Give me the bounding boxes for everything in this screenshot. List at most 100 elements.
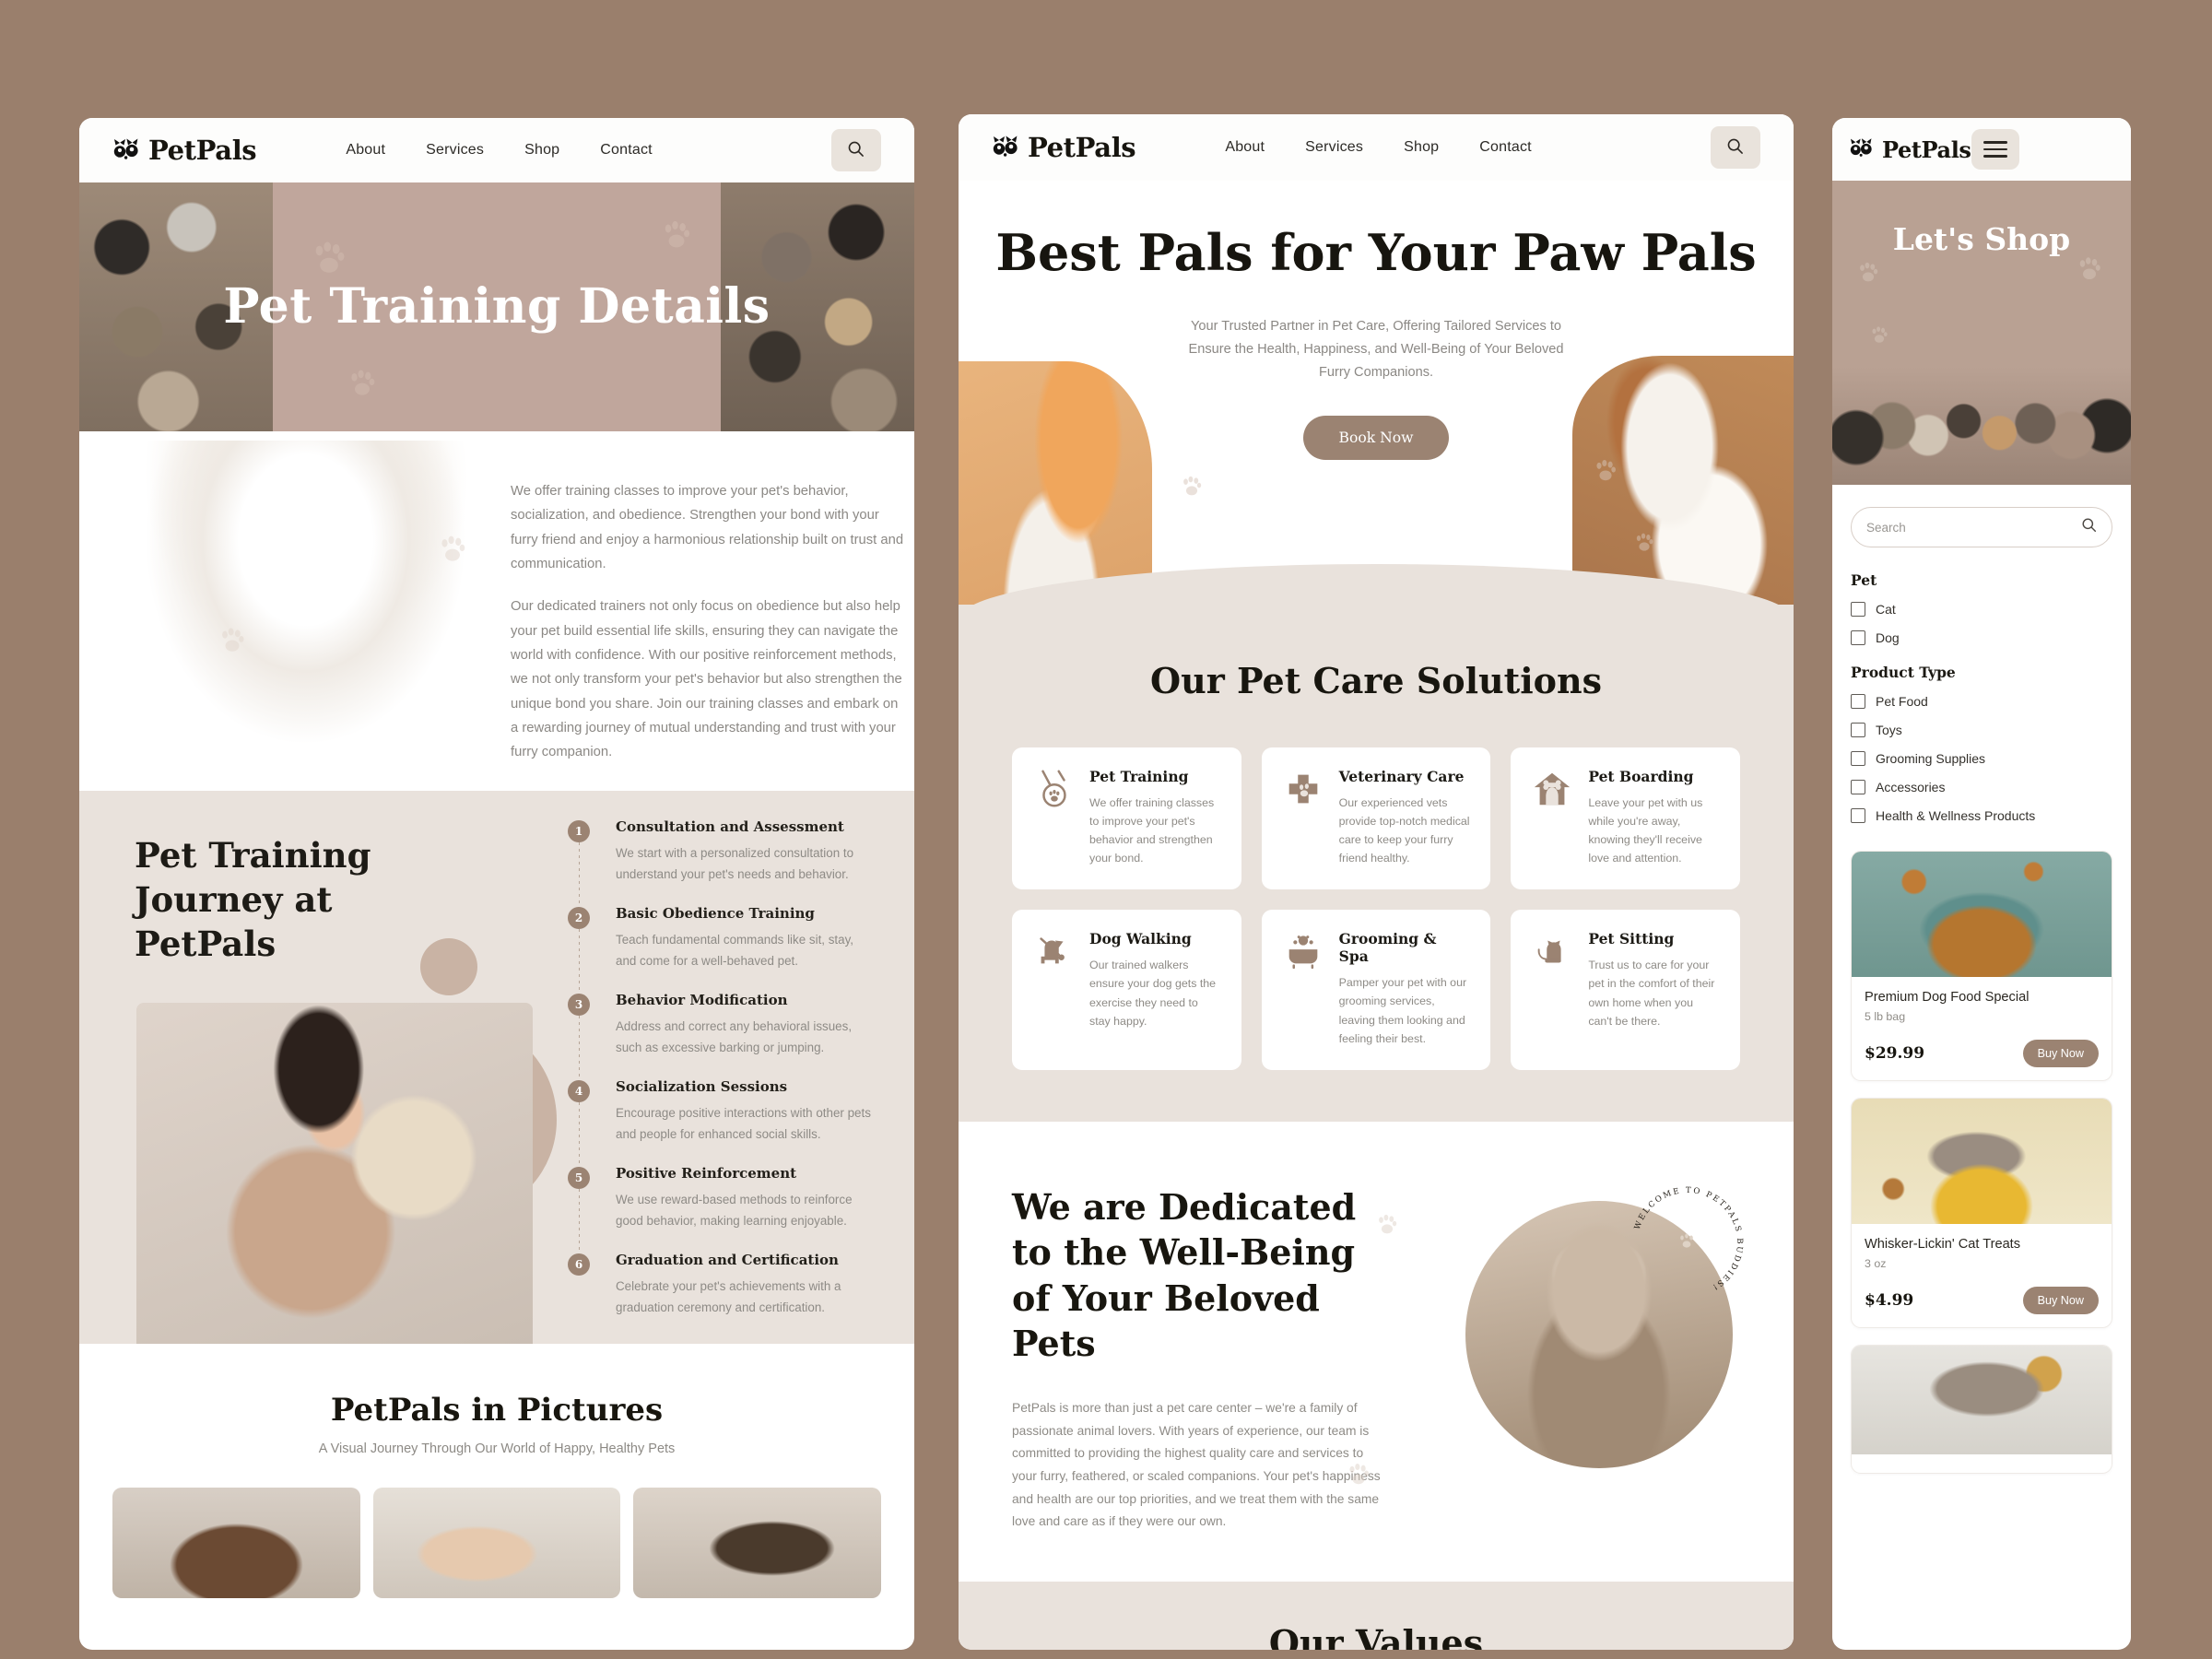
- search-bar[interactable]: [1851, 507, 2112, 547]
- journey-step: 4 Socialization Sessions Encourage posit…: [568, 1078, 872, 1168]
- facet-label: Grooming Supplies: [1876, 751, 1986, 766]
- step-number: 1: [568, 820, 590, 842]
- search-button[interactable]: [830, 129, 881, 171]
- desktop-page-pet-training: PetPals About Services Shop Contact Pet …: [79, 118, 914, 1650]
- step-title: Positive Reinforcement: [616, 1165, 797, 1182]
- step-number: 5: [568, 1167, 590, 1190]
- hamburger-menu-icon[interactable]: [1971, 129, 2019, 170]
- intro-section: We offer training classes to improve you…: [79, 431, 914, 791]
- search-icon: [1726, 137, 1744, 158]
- paw-print-icon: [1375, 1212, 1399, 1236]
- facet-option-accessories[interactable]: Accessories: [1851, 780, 2112, 794]
- checkbox-icon[interactable]: [1851, 630, 1865, 645]
- checkbox-icon[interactable]: [1851, 780, 1865, 794]
- facet-group-pet: Pet Cat Dog: [1851, 571, 2112, 645]
- brand-logo[interactable]: PetPals: [112, 135, 257, 166]
- solutions-section: Our Pet Care Solutions Pet Training We o…: [959, 564, 1794, 1122]
- nav-item-services[interactable]: Services: [426, 142, 484, 159]
- about-title: We are Dedicated to the Well-Being of Yo…: [1012, 1185, 1357, 1364]
- solutions-title: Our Pet Care Solutions: [1150, 660, 1602, 701]
- step-number: 2: [568, 907, 590, 930]
- paw-print-icon: [1593, 457, 1618, 483]
- gallery-photo[interactable]: [112, 1488, 360, 1598]
- gallery-strip: [79, 1456, 914, 1598]
- facet-option-dog[interactable]: Dog: [1851, 630, 2112, 645]
- search-icon[interactable]: [2081, 517, 2097, 537]
- rabbit-photo: [124, 441, 474, 772]
- mobile-hero: Let's Shop: [1832, 181, 2131, 485]
- product-card[interactable]: Premium Dog Food Special 5 lb bag $29.99…: [1851, 851, 2112, 1081]
- brand-logo[interactable]: PetPals: [1849, 136, 1971, 163]
- product-card[interactable]: [1851, 1345, 2112, 1474]
- intro-copy: We offer training classes to improve you…: [511, 479, 909, 783]
- checkbox-icon[interactable]: [1851, 751, 1865, 766]
- search-input[interactable]: [1866, 520, 2081, 535]
- paw-print-icon: [1856, 260, 1880, 284]
- nav-item-contact[interactable]: Contact: [1479, 139, 1532, 156]
- medal-paw-icon: [1032, 768, 1075, 867]
- facet-group-title: Pet: [1851, 571, 1877, 589]
- facet-option-pet-food[interactable]: Pet Food: [1851, 694, 2112, 709]
- product-card[interactable]: Whisker-Lickin' Cat Treats 3 oz $4.99 Bu…: [1851, 1098, 2112, 1328]
- checkbox-icon[interactable]: [1851, 808, 1865, 823]
- facet-group-title: Product Type: [1851, 664, 1956, 681]
- orange-cat-photo: [959, 361, 1152, 605]
- two-pets-logo-icon: [992, 134, 1019, 162]
- nav-item-shop[interactable]: Shop: [524, 142, 559, 159]
- facet-label: Accessories: [1876, 780, 1946, 794]
- checkbox-icon[interactable]: [1851, 723, 1865, 737]
- facet-option-toys[interactable]: Toys: [1851, 723, 2112, 737]
- service-card-pet-training[interactable]: Pet Training We offer training classes t…: [1012, 747, 1241, 890]
- brand-logo[interactable]: PetPals: [992, 132, 1136, 163]
- service-card-pet-sitting[interactable]: Pet Sitting Trust us to care for your pe…: [1511, 910, 1740, 1070]
- buy-now-button[interactable]: Buy Now: [2022, 1040, 2099, 1067]
- site-header-2: PetPals About Services Shop Contact: [959, 114, 1794, 181]
- facet-option-grooming-supplies[interactable]: Grooming Supplies: [1851, 751, 2112, 766]
- service-card-dog-walking[interactable]: Dog Walking Our trained walkers ensure y…: [1012, 910, 1241, 1070]
- facet-option-cat[interactable]: Cat: [1851, 602, 2112, 617]
- facet-option-health-wellness[interactable]: Health & Wellness Products: [1851, 808, 2112, 823]
- nav-item-contact[interactable]: Contact: [600, 142, 653, 159]
- two-pets-logo-icon: [112, 136, 140, 165]
- checkbox-icon[interactable]: [1851, 602, 1865, 617]
- site-header-1: PetPals About Services Shop Contact: [79, 118, 914, 182]
- svg-text:WELCOME TO PETPALS BUDDIES!: WELCOME TO PETPALS BUDDIES!: [1633, 1186, 1744, 1292]
- nav-item-about[interactable]: About: [346, 142, 385, 159]
- service-card-grooming-spa[interactable]: Grooming & Spa Pamper your pet with our …: [1261, 910, 1491, 1070]
- nav-item-shop[interactable]: Shop: [1404, 139, 1439, 156]
- gallery-section: PetPals in Pictures A Visual Journey Thr…: [79, 1344, 914, 1598]
- book-now-button[interactable]: Book Now: [1303, 415, 1449, 460]
- nav-item-services[interactable]: Services: [1305, 139, 1363, 156]
- product-name: Premium Dog Food Special: [1865, 990, 2030, 1005]
- service-title: Pet Boarding: [1588, 768, 1694, 785]
- product-price: $29.99: [1865, 1044, 1925, 1063]
- gallery-photo[interactable]: [633, 1488, 882, 1598]
- step-desc: Teach fundamental commands like sit, sta…: [616, 933, 854, 968]
- journey-step: 2 Basic Obedience Training Teach fundame…: [568, 905, 872, 994]
- facet-group-product-type: Product Type Pet Food Toys Grooming Supp…: [1851, 664, 2112, 823]
- service-title: Pet Training: [1089, 768, 1189, 785]
- service-card-veterinary-care[interactable]: Veterinary Care Our experienced vets pro…: [1261, 747, 1491, 890]
- buy-now-button[interactable]: Buy Now: [2022, 1287, 2099, 1314]
- woman-with-puppy-photo: [136, 1003, 533, 1344]
- values-section: Our Values: [959, 1581, 1794, 1650]
- service-desc: We offer training classes to improve you…: [1089, 796, 1215, 865]
- paw-print-icon: [2076, 254, 2103, 282]
- service-title: Veterinary Care: [1338, 768, 1465, 785]
- service-desc: Our experienced vets provide top-notch m…: [1338, 796, 1470, 865]
- shop-filters: Pet Cat Dog Product Type Pet Food Toys: [1832, 485, 2131, 823]
- step-desc: Address and correct any behavioral issue…: [616, 1019, 853, 1054]
- search-icon: [847, 140, 865, 160]
- facet-label: Pet Food: [1876, 694, 1928, 709]
- journey-step: 3 Behavior Modification Address and corr…: [568, 992, 872, 1081]
- values-title: Our Values: [1268, 1621, 1484, 1650]
- service-card-pet-boarding[interactable]: Pet Boarding Leave your pet with us whil…: [1511, 747, 1740, 890]
- product-image: [1852, 1346, 2112, 1454]
- gallery-photo[interactable]: [372, 1488, 621, 1598]
- nav-item-about[interactable]: About: [1225, 139, 1265, 156]
- welcome-badge: WELCOME TO PETPALS BUDDIES!: [1633, 1186, 1744, 1292]
- service-desc: Trust us to care for your pet in the com…: [1588, 959, 1715, 1028]
- checkbox-icon[interactable]: [1851, 694, 1865, 709]
- mobile-page-shop: PetPals Let's Shop Pet: [1832, 118, 2131, 1650]
- search-button[interactable]: [1710, 126, 1760, 169]
